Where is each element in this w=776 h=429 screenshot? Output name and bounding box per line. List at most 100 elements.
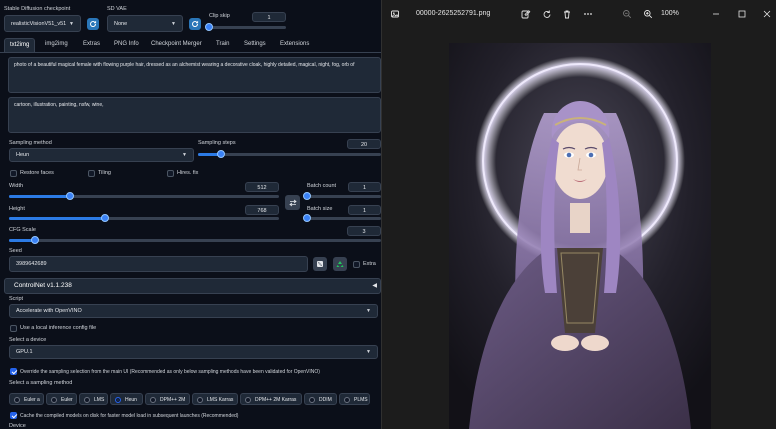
rotate-icon[interactable] xyxy=(540,7,554,21)
chevron-down-icon: ▼ xyxy=(366,349,371,355)
right-iris xyxy=(588,152,594,158)
slider-fill xyxy=(9,195,70,198)
neck xyxy=(570,203,590,233)
sampling-method-label: Sampling method xyxy=(9,140,52,146)
radio-heun[interactable]: Heun xyxy=(110,393,143,405)
tab-img2img[interactable]: img2img xyxy=(40,38,73,52)
sampling-steps-label: Sampling steps xyxy=(198,140,236,146)
height-slider[interactable] xyxy=(9,214,279,222)
extra-seed-checkbox[interactable] xyxy=(353,261,360,268)
tabs-divider xyxy=(0,52,381,53)
radio-lms-karras[interactable]: LMS Karras xyxy=(192,393,238,405)
close-icon[interactable] xyxy=(760,7,774,21)
minimize-icon[interactable] xyxy=(709,7,723,21)
radio-dot-selected xyxy=(115,396,121,403)
slider-knob[interactable] xyxy=(65,192,74,200)
zoom-out-icon[interactable] xyxy=(620,7,634,21)
generated-portrait-image xyxy=(449,43,711,429)
swap-dimensions-button[interactable] xyxy=(285,195,300,210)
tab-txt2img[interactable]: txt2img xyxy=(4,38,36,52)
radio-lms[interactable]: LMS xyxy=(79,393,108,405)
delete-icon[interactable] xyxy=(560,7,574,21)
override-sampling-checkbox[interactable] xyxy=(10,368,17,375)
radio-dot xyxy=(150,396,156,403)
recycle-icon xyxy=(336,261,344,267)
radio-euler[interactable]: Euler xyxy=(46,393,77,405)
zoom-in-icon[interactable] xyxy=(641,7,655,21)
checkpoint-select[interactable]: realisticVisionV51_v51 ▼ xyxy=(4,15,81,32)
batch-size-slider[interactable] xyxy=(303,214,381,222)
clip-skip-number[interactable]: 1 xyxy=(252,12,286,22)
tiling-checkbox[interactable] xyxy=(88,170,95,177)
reuse-seed-button[interactable] xyxy=(333,257,347,271)
slider-knob[interactable] xyxy=(217,150,226,158)
local-config-checkbox[interactable] xyxy=(10,325,17,332)
radio-plms[interactable]: PLMS xyxy=(339,393,370,405)
cache-models-checkbox[interactable] xyxy=(10,412,17,419)
radio-euler-a[interactable]: Euler a xyxy=(9,393,44,405)
right-hand xyxy=(581,335,609,351)
restore-faces-checkbox[interactable] xyxy=(10,170,17,177)
batch-count-slider[interactable] xyxy=(303,192,381,200)
radio-ddim[interactable]: DDIM xyxy=(304,393,337,405)
random-seed-button[interactable] xyxy=(313,257,327,271)
height-number[interactable]: 768 xyxy=(245,205,279,215)
width-slider[interactable] xyxy=(9,192,279,200)
refresh-checkpoint-button[interactable] xyxy=(87,18,99,30)
tab-train[interactable]: Train xyxy=(211,38,234,52)
script-select[interactable]: Accelerate with OpenVINO ▼ xyxy=(9,304,378,318)
extra-seed-label: Extra xyxy=(363,261,376,267)
batch-count-number[interactable]: 1 xyxy=(348,182,381,192)
tab-extensions[interactable]: Extensions xyxy=(275,38,314,52)
radio-label: DPM++ 2M xyxy=(160,397,186,403)
more-options-icon[interactable] xyxy=(581,7,595,21)
clip-skip-slider[interactable] xyxy=(205,23,286,31)
radio-dpmpp-2m[interactable]: DPM++ 2M xyxy=(145,393,190,405)
sampling-method-select[interactable]: Heun ▼ xyxy=(9,148,194,162)
tab-settings[interactable]: Settings xyxy=(239,38,271,52)
controlnet-accordion[interactable]: ControlNet v1.1.238 ◀ xyxy=(4,278,381,294)
face xyxy=(552,123,608,199)
radio-label: Euler a xyxy=(24,397,40,403)
negative-prompt-textarea[interactable]: cartoon, illustration, painting, nsfw, w… xyxy=(8,97,381,133)
slider-knob[interactable] xyxy=(303,214,311,222)
cfg-scale-number[interactable]: 3 xyxy=(347,226,381,236)
maximize-icon[interactable] xyxy=(735,7,749,21)
device-select-label: Select a device xyxy=(9,337,47,343)
chevron-down-icon: ▼ xyxy=(366,308,371,314)
width-number[interactable]: 512 xyxy=(245,182,279,192)
slider-knob[interactable] xyxy=(205,23,213,31)
slider-knob[interactable] xyxy=(303,192,311,200)
slider-knob[interactable] xyxy=(100,214,109,222)
tab-checkpoint-merger[interactable]: Checkpoint Merger xyxy=(146,38,207,52)
sampling-steps-number[interactable]: 20 xyxy=(347,139,381,149)
override-sampling-label: Override the sampling selection from the… xyxy=(20,369,320,375)
seed-input[interactable]: 3989642689 xyxy=(9,256,308,272)
gallery-icon[interactable] xyxy=(388,7,402,21)
radio-dpmpp-2m-karras[interactable]: DPM++ 2M Karras xyxy=(240,393,302,405)
sampling-method-value: Heun xyxy=(16,152,30,158)
radio-label: Euler xyxy=(61,397,73,403)
cfg-scale-slider[interactable] xyxy=(9,236,381,244)
checkpoint-label: Stable Diffusion checkpoint xyxy=(4,6,71,12)
batch-size-number[interactable]: 1 xyxy=(348,205,381,215)
radio-dot xyxy=(51,396,57,403)
device-select[interactable]: GPU.1 ▼ xyxy=(9,345,378,359)
sampling-steps-slider[interactable] xyxy=(198,150,381,158)
slider-knob[interactable] xyxy=(30,236,39,244)
left-iris xyxy=(566,152,572,158)
refresh-icon xyxy=(192,21,199,28)
tab-png-info[interactable]: PNG Info xyxy=(109,38,144,52)
tab-extras[interactable]: Extras xyxy=(78,38,105,52)
radio-dot xyxy=(14,396,20,403)
radio-label: DPM++ 2M Karras xyxy=(255,397,297,403)
radio-dot xyxy=(309,396,315,403)
device-value: GPU.1 xyxy=(16,349,33,355)
vae-value: None xyxy=(114,21,128,27)
vae-select[interactable]: None ▼ xyxy=(107,15,183,32)
hires-fix-checkbox[interactable] xyxy=(167,170,174,177)
edit-icon[interactable] xyxy=(519,7,533,21)
prompt-textarea[interactable]: photo of a beautiful magical female with… xyxy=(8,57,381,93)
collapse-arrow-icon[interactable]: ◀ xyxy=(372,282,377,289)
refresh-vae-button[interactable] xyxy=(189,18,201,30)
